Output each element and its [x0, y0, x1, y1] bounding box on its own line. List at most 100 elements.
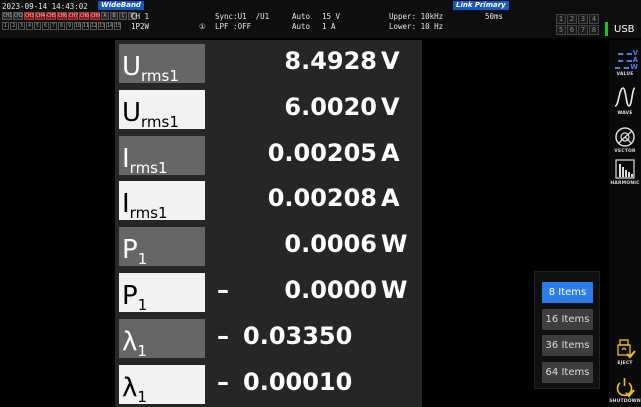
- wave-screen-button[interactable]: WAVE: [609, 84, 641, 117]
- channel-indicator: CH6: [57, 12, 68, 20]
- channel-number-cell: 6: [567, 25, 577, 35]
- channel-label: CH 1: [131, 12, 150, 21]
- parameter-subscript: 1: [137, 387, 147, 406]
- voltage-range-mode: Auto: [292, 12, 311, 21]
- channel-indicator: CH2: [13, 12, 24, 20]
- measurement-value-panel: Urms1 8.4928 V Urms1 6.0020 V Irms1 0.00205 A Irm…: [115, 40, 422, 407]
- screen-sidebar: V A W VALUE WAVE VECTOR HARMONIC EJECT S…: [609, 40, 641, 407]
- value-sign: –: [217, 367, 229, 396]
- lpf-number-icon: ①: [199, 22, 206, 31]
- shutdown-label: SHUTDOWN: [609, 399, 641, 404]
- data-update-interval: 50ms: [485, 12, 504, 21]
- channel-number-cell: 8: [589, 25, 599, 35]
- value-unit: W: [381, 276, 408, 304]
- parameter-subscript: rms1: [129, 158, 168, 177]
- measured-value: 6.0020: [284, 92, 377, 121]
- items-option-button[interactable]: 64 Items: [542, 361, 593, 383]
- eject-button[interactable]: EJECT: [609, 338, 641, 367]
- measurement-row[interactable]: Irms1 0.00208 A: [115, 177, 422, 223]
- parameter-subscript: 1: [137, 341, 147, 360]
- channel-number-indicator: 11: [82, 22, 90, 30]
- parameter-symbol: λ: [122, 326, 138, 357]
- display-items-selector: 8 Items 16 Items 36 Items 64 Items: [534, 271, 600, 389]
- parameter-subscript: rms1: [129, 204, 168, 223]
- measurement-row[interactable]: λ 1–0.03350: [115, 315, 422, 360]
- measurement-row[interactable]: λ 1–0.00010: [115, 361, 422, 406]
- items-option-button[interactable]: 16 Items: [542, 308, 593, 330]
- channel-number-indicator: 4: [26, 22, 33, 30]
- parameter-subscript: rms1: [141, 67, 179, 85]
- channel-indicator: C: [119, 12, 127, 20]
- wave-icon: [614, 87, 636, 107]
- status-header: 2023-09-14 14:43:02 WideBand CH1 CH2 CH3 CH…: [0, 0, 641, 38]
- harmonic-screen-button[interactable]: HARMONIC: [609, 158, 641, 187]
- channel-number-indicator: 14: [106, 22, 114, 30]
- items-option-button[interactable]: 8 Items: [542, 282, 593, 303]
- channel-number-indicator: 13: [98, 22, 106, 30]
- value-screen-button[interactable]: V A W VALUE: [609, 50, 641, 78]
- link-primary-badge: Link Primary: [453, 1, 509, 10]
- value-unit: V: [381, 92, 400, 121]
- channel-number-indicator: 10: [74, 22, 82, 30]
- wiring-label: 1P2W: [131, 22, 150, 31]
- value-unit: A: [381, 138, 400, 167]
- channel-number-indicator: 6: [42, 22, 49, 30]
- measurement-row[interactable]: Urms1 6.0020 V: [115, 86, 422, 131]
- parameter-symbol: P: [122, 235, 138, 266]
- measured-value: 8.4928: [284, 47, 377, 75]
- items-option-button[interactable]: 36 Items: [542, 335, 593, 356]
- channel-number-row: 1 2 3 4 5 6 7 8 9 10 11 12 13 14 15: [2, 22, 121, 30]
- measurement-row[interactable]: Irms1 0.00205 A: [115, 132, 422, 177]
- channel-number-cell: 3: [578, 14, 588, 24]
- power-icon: [616, 378, 635, 398]
- lower-frequency: Lower: 10 Hz: [389, 22, 444, 31]
- parameter-symbol: I: [122, 143, 130, 174]
- channel-status-row: CH1 CH2 CH3 CH4 CH5 CH6 CH7 CH8 CH9 A B C D: [2, 12, 136, 20]
- measured-value: 0.0000: [284, 276, 377, 304]
- measurement-row[interactable]: Urms1 8.4928 V: [115, 40, 422, 85]
- parameter-label: λ1: [119, 364, 205, 406]
- value-unit: A: [381, 184, 400, 213]
- channel-indicator: CH1: [2, 12, 13, 20]
- value-unit: V: [381, 47, 400, 75]
- vector-screen-button[interactable]: VECTOR: [609, 126, 641, 155]
- value-icon-letter: W: [630, 63, 638, 71]
- channel-number-indicator: 7: [50, 22, 57, 30]
- bandwidth-badge: WideBand: [98, 1, 144, 10]
- measured-value: 0.00208: [267, 184, 377, 213]
- measurement-row[interactable]: P 1 0.0006 W: [115, 223, 422, 269]
- parameter-label: P1: [119, 273, 205, 314]
- datetime: 2023-09-14 14:43:02: [2, 2, 88, 11]
- parameter-symbol: U: [122, 52, 142, 82]
- harmonic-label: HARMONIC: [610, 181, 640, 186]
- channel-indicator: CH5: [46, 12, 57, 20]
- channel-indicator: CH3: [24, 12, 35, 20]
- parameter-symbol: U: [122, 97, 142, 128]
- measured-value: 0.03350: [243, 321, 353, 350]
- channel-indicator: CH9: [90, 12, 101, 20]
- channel-indicator: CH7: [68, 12, 79, 20]
- voltage-range: 15 V: [322, 12, 341, 21]
- shutdown-button[interactable]: SHUTDOWN: [609, 376, 641, 405]
- eject-label: EJECT: [617, 361, 633, 366]
- channel-number-indicator: 15: [114, 22, 122, 30]
- measurement-row[interactable]: P 1–0.0000 W: [115, 269, 422, 314]
- upper-frequency: Upper: 10kHz: [389, 12, 444, 21]
- channel-number-indicator: 1: [2, 22, 9, 30]
- measured-value: 0.0006: [284, 230, 377, 259]
- measured-value: 0.00010: [243, 367, 353, 396]
- parameter-label: λ1: [119, 318, 205, 360]
- channel-indicator: CH8: [79, 12, 90, 20]
- usb-status-indicator: [605, 22, 608, 36]
- parameter-label: Irms1: [119, 135, 205, 177]
- sync-source: Sync:U1 /U1: [215, 12, 270, 21]
- parameter-label: P1: [119, 227, 205, 269]
- parameter-label: Urms1: [119, 44, 205, 85]
- parameter-subscript: 1: [137, 250, 148, 269]
- channel-number-indicator: 12: [90, 22, 98, 30]
- channel-number-cell: 2: [567, 14, 577, 24]
- vector-label: VECTOR: [614, 149, 636, 154]
- parameter-symbol: λ: [122, 372, 138, 403]
- channel-number-indicator: 3: [18, 22, 25, 30]
- channel-number-cell: 4: [589, 14, 599, 24]
